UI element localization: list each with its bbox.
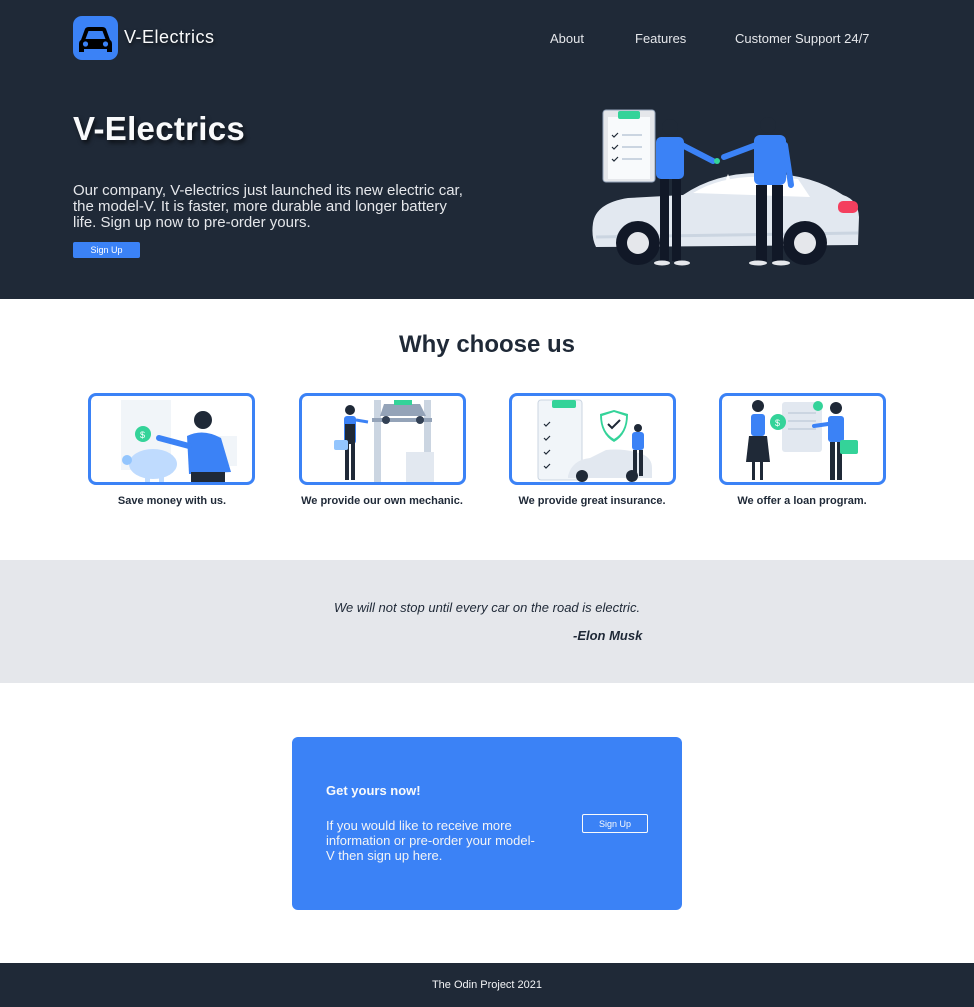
svg-text:$: $ (140, 430, 145, 440)
section-title: Why choose us (398, 331, 576, 358)
feature-caption-savings: Save money with us. (117, 495, 227, 507)
mechanic-illustration (299, 393, 466, 485)
nav-link-features[interactable]: Features (635, 31, 686, 46)
hero-description: Our company, V-electrics just launched i… (73, 182, 463, 231)
cta-text: If you would like to receive more inform… (326, 818, 535, 863)
feature-caption-insurance: We provide great insurance. (518, 495, 666, 507)
quote-author: -Elon Musk (573, 628, 643, 643)
car-icon[interactable] (73, 16, 118, 60)
insurance-illustration (509, 393, 676, 485)
nav-link-support[interactable]: Customer Support 24/7 (735, 31, 869, 46)
footer-text: The Odin Project 2021 (431, 979, 543, 991)
quote-section (0, 560, 974, 683)
quote-text: We will not stop until every car on the … (333, 600, 641, 615)
cta-box: Get yours now! If you would like to rece… (292, 737, 682, 910)
feature-caption-mechanic: We provide our own mechanic. (301, 495, 463, 507)
cta-signup-button[interactable]: Sign Up (582, 814, 648, 833)
footer: The Odin Project 2021 (0, 963, 974, 1007)
car-handover-illustration (588, 105, 863, 270)
hero-section: V-Electrics About Features Customer Supp… (0, 0, 974, 299)
hero-signup-button[interactable]: Sign Up (73, 242, 140, 258)
feature-caption-loan: We offer a loan program. (737, 495, 867, 507)
piggy-bank-illustration: $ (88, 393, 255, 485)
hero-title: V-Electrics (73, 110, 246, 147)
svg-text:$: $ (775, 418, 780, 428)
cta-title: Get yours now! (326, 783, 421, 798)
nav-link-about[interactable]: About (550, 31, 584, 46)
brand-name[interactable]: V-Electrics (124, 27, 215, 48)
loan-illustration: $ (719, 393, 886, 485)
